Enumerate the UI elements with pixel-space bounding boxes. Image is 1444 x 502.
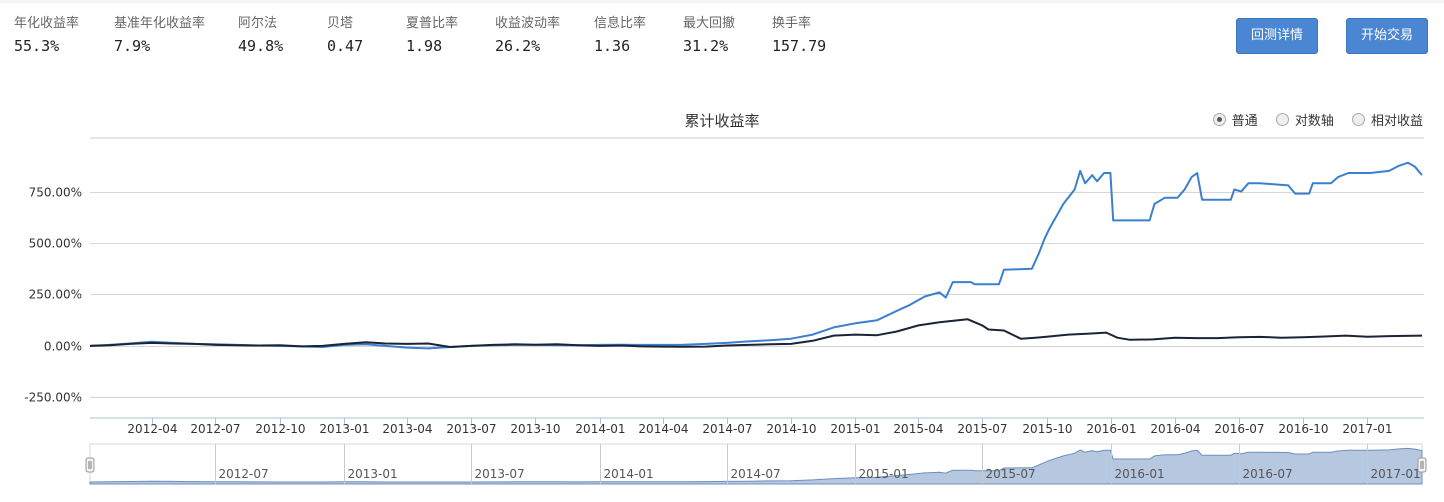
navigator[interactable]: 2012-07 2013-01 2013-07 2014-01 2014-07 2015-… xyxy=(85,443,1427,485)
x-tick-label: 2015-10 xyxy=(1022,422,1072,436)
y-axis-labels: -250.00% 0.00% 250.00% 500.00% 750.00% xyxy=(24,186,82,405)
x-tick-label: 2014-10 xyxy=(766,422,816,436)
x-tick-label: 2014-01 xyxy=(575,422,625,436)
x-axis: 2012-04 2012-07 2012-10 2013-01 2013-04 2013-… xyxy=(90,417,1424,436)
x-tick-label: 2016-10 xyxy=(1278,422,1328,436)
y-tick-label: 250.00% xyxy=(29,288,82,302)
grid-lines xyxy=(90,137,1424,398)
cumulative-return-chart: -250.00% 0.00% 250.00% 500.00% 750.00% 2012-… xyxy=(24,137,1427,485)
series-line-strategy xyxy=(89,161,1423,350)
x-tick-label: 2013-04 xyxy=(382,422,432,436)
navigator-tick-label: 2014-01 xyxy=(604,467,654,481)
x-tick-label: 2015-01 xyxy=(830,422,880,436)
navigator-tick-label: 2015-01 xyxy=(859,467,909,481)
y-tick-label: -250.00% xyxy=(24,391,82,405)
x-tick-label: 2014-07 xyxy=(702,422,752,436)
navigator-tick-label: 2013-07 xyxy=(475,467,525,481)
x-tick-label: 2013-10 xyxy=(510,422,560,436)
x-tick-label: 2013-01 xyxy=(319,422,369,436)
x-tick-label: 2016-04 xyxy=(1150,422,1200,436)
navigator-tick-label: 2013-01 xyxy=(348,467,398,481)
navigator-tick-label: 2017-01 xyxy=(1371,467,1421,481)
navigator-tick-label: 2016-07 xyxy=(1243,467,1293,481)
navigator-right-handle[interactable] xyxy=(1417,457,1427,473)
x-tick-label: 2017-01 xyxy=(1342,422,1392,436)
x-tick-label: 2014-04 xyxy=(638,422,688,436)
y-tick-label: 500.00% xyxy=(29,237,82,251)
y-tick-label: 750.00% xyxy=(29,186,82,200)
x-tick-label: 2016-01 xyxy=(1086,422,1136,436)
x-tick-label: 2012-07 xyxy=(190,422,240,436)
navigator-tick-label: 2012-07 xyxy=(219,467,269,481)
x-tick-label: 2012-10 xyxy=(255,422,305,436)
x-tick-label: 2015-07 xyxy=(957,422,1007,436)
series-line-benchmark xyxy=(89,318,1423,348)
navigator-tick-label: 2014-07 xyxy=(731,467,781,481)
series-lines xyxy=(89,161,1423,350)
x-tick-label: 2015-04 xyxy=(893,422,943,436)
x-tick-label: 2012-04 xyxy=(127,422,177,436)
navigator-tick-label: 2016-01 xyxy=(1115,467,1165,481)
navigator-tick-label: 2015-07 xyxy=(986,467,1036,481)
x-tick-label: 2013-07 xyxy=(446,422,496,436)
y-tick-label: 0.00% xyxy=(44,340,82,354)
navigator-left-handle[interactable] xyxy=(85,457,95,473)
x-tick-label: 2016-07 xyxy=(1214,422,1264,436)
